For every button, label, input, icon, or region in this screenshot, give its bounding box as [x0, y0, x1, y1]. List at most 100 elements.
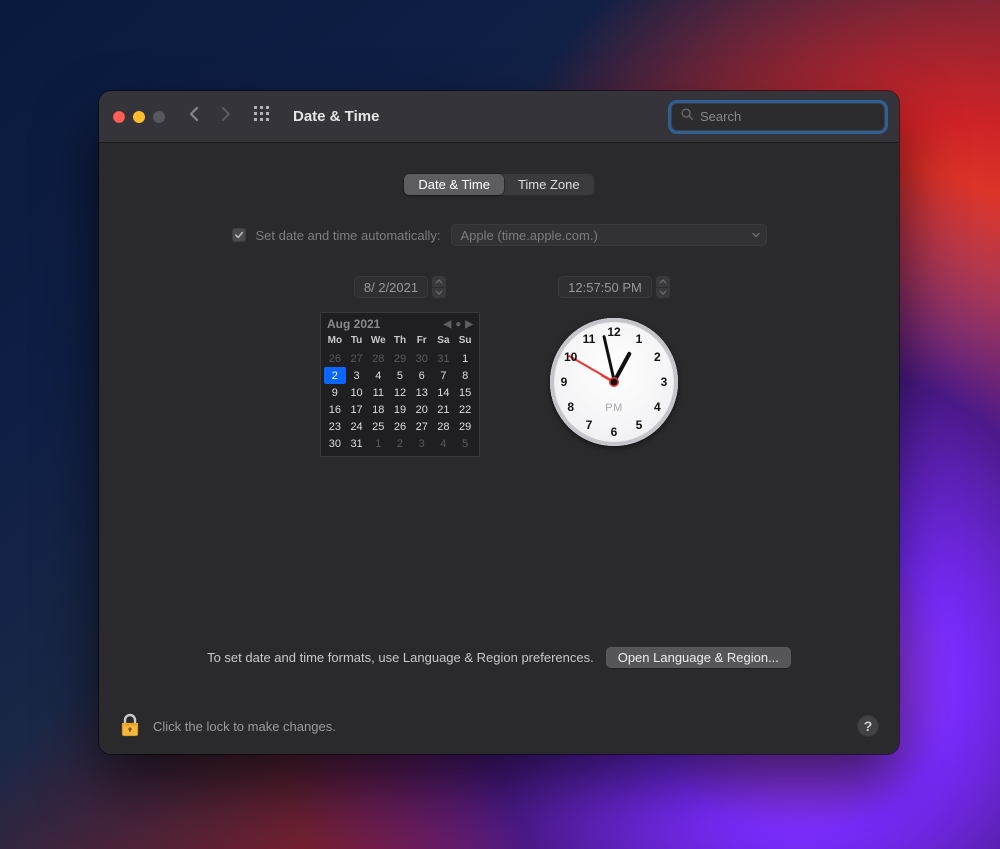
search-icon [680, 107, 694, 126]
calendar-day[interactable]: 13 [411, 384, 433, 401]
calendar-day[interactable]: 31 [433, 350, 455, 367]
back-button[interactable] [187, 106, 201, 127]
zoom-window-button[interactable] [153, 111, 165, 123]
date-value: 8/ 2/2021 [354, 276, 428, 298]
minimize-window-button[interactable] [133, 111, 145, 123]
auto-set-checkbox[interactable] [232, 228, 246, 242]
chevron-down-icon [751, 228, 761, 243]
calendar-day[interactable]: 20 [411, 401, 433, 418]
clock-numeral: 6 [605, 425, 623, 439]
calendar-day[interactable]: 27 [411, 418, 433, 435]
stepper-down-icon[interactable] [432, 287, 446, 299]
columns: 8/ 2/2021 Aug 2021 ◀ ● ▶ [143, 276, 855, 457]
lock-icon[interactable] [119, 712, 141, 741]
calendar-day[interactable]: 3 [346, 367, 368, 384]
time-field[interactable]: 12:57:50 PM [558, 276, 670, 298]
stepper-up-icon[interactable] [656, 276, 670, 287]
calendar-day[interactable]: 12 [389, 384, 411, 401]
calendar-day[interactable]: 15 [454, 384, 476, 401]
clock-pivot [611, 379, 618, 386]
hint-row: To set date and time formats, use Langua… [143, 637, 855, 682]
open-language-region-button[interactable]: Open Language & Region... [606, 647, 791, 668]
calendar-day[interactable]: 24 [346, 418, 368, 435]
calendar-day[interactable]: 9 [324, 384, 346, 401]
calendar-today-icon[interactable]: ● [455, 319, 461, 330]
calendar-day[interactable]: 1 [367, 435, 389, 452]
time-server-dropdown[interactable]: Apple (time.apple.com.) [451, 224, 767, 246]
calendar-day[interactable]: 4 [367, 367, 389, 384]
calendar-header: Aug 2021 ◀ ● ▶ [321, 313, 479, 333]
calendar-day[interactable]: 27 [346, 350, 368, 367]
calendar-day[interactable]: 7 [433, 367, 455, 384]
clock-numeral: 3 [655, 375, 673, 389]
calendar-day[interactable]: 22 [454, 401, 476, 418]
forward-button[interactable] [219, 106, 233, 127]
calendar-day[interactable]: 29 [454, 418, 476, 435]
calendar-day[interactable]: 28 [433, 418, 455, 435]
date-field[interactable]: 8/ 2/2021 [354, 276, 446, 298]
inner: Date & TimeTime Zone Set date and time a… [123, 159, 875, 698]
calendar-day[interactable]: 14 [433, 384, 455, 401]
time-stepper[interactable] [656, 276, 670, 298]
calendar-day[interactable]: 26 [324, 350, 346, 367]
calendar-day[interactable]: 17 [346, 401, 368, 418]
content-pane: Date & TimeTime Zone Set date and time a… [99, 143, 899, 698]
tab-date-time[interactable]: Date & Time [404, 174, 504, 195]
clock-numeral: 7 [580, 418, 598, 432]
calendar-day[interactable]: 16 [324, 401, 346, 418]
calendar-dow: Th [389, 333, 411, 350]
calendar-day[interactable]: 29 [389, 350, 411, 367]
stepper-down-icon[interactable] [656, 287, 670, 299]
window-controls [113, 111, 165, 123]
calendar-day[interactable]: 2 [389, 435, 411, 452]
calendar-day[interactable]: 2 [324, 367, 346, 384]
calendar-day[interactable]: 30 [324, 435, 346, 452]
date-column: 8/ 2/2021 Aug 2021 ◀ ● ▶ [320, 276, 480, 457]
calendar[interactable]: Aug 2021 ◀ ● ▶ MoTuWeThFrSaSu26272829303… [320, 312, 480, 457]
search-field[interactable] [671, 103, 885, 131]
close-window-button[interactable] [113, 111, 125, 123]
hint-text: To set date and time formats, use Langua… [207, 650, 594, 665]
calendar-day[interactable]: 21 [433, 401, 455, 418]
calendar-day[interactable]: 11 [367, 384, 389, 401]
calendar-day[interactable]: 8 [454, 367, 476, 384]
show-all-button[interactable] [253, 105, 271, 128]
calendar-day[interactable]: 1 [454, 350, 476, 367]
date-stepper[interactable] [432, 276, 446, 298]
calendar-day[interactable]: 19 [389, 401, 411, 418]
calendar-day[interactable]: 4 [433, 435, 455, 452]
calendar-day[interactable]: 18 [367, 401, 389, 418]
clock-numeral: 1 [630, 332, 648, 346]
calendar-day[interactable]: 6 [411, 367, 433, 384]
clock-numeral: 5 [630, 418, 648, 432]
calendar-day[interactable]: 5 [389, 367, 411, 384]
calendar-day[interactable]: 23 [324, 418, 346, 435]
calendar-next-icon[interactable]: ▶ [465, 319, 473, 330]
calendar-dow: Fr [411, 333, 433, 350]
window-title: Date & Time [293, 108, 379, 125]
stepper-up-icon[interactable] [432, 276, 446, 287]
time-server-value: Apple (time.apple.com.) [461, 228, 598, 243]
clock-numeral: 4 [648, 400, 666, 414]
clock-numeral: 8 [562, 400, 580, 414]
calendar-month-label: Aug 2021 [327, 317, 380, 331]
titlebar: Date & Time [99, 91, 899, 143]
calendar-day[interactable]: 25 [367, 418, 389, 435]
calendar-day[interactable]: 28 [367, 350, 389, 367]
calendar-day[interactable]: 5 [454, 435, 476, 452]
tab-time-zone[interactable]: Time Zone [504, 174, 594, 195]
calendar-dow: Tu [346, 333, 368, 350]
time-value: 12:57:50 PM [558, 276, 652, 298]
calendar-dow: Mo [324, 333, 346, 350]
calendar-day[interactable]: 26 [389, 418, 411, 435]
calendar-prev-icon[interactable]: ◀ [444, 319, 452, 330]
calendar-nav: ◀ ● ▶ [444, 319, 473, 330]
search-input[interactable] [700, 109, 876, 124]
calendar-day[interactable]: 10 [346, 384, 368, 401]
calendar-day[interactable]: 3 [411, 435, 433, 452]
footer: Click the lock to make changes. ? [99, 698, 899, 754]
calendar-day[interactable]: 31 [346, 435, 368, 452]
calendar-day[interactable]: 30 [411, 350, 433, 367]
calendar-dow: Su [454, 333, 476, 350]
help-button[interactable]: ? [857, 715, 879, 737]
